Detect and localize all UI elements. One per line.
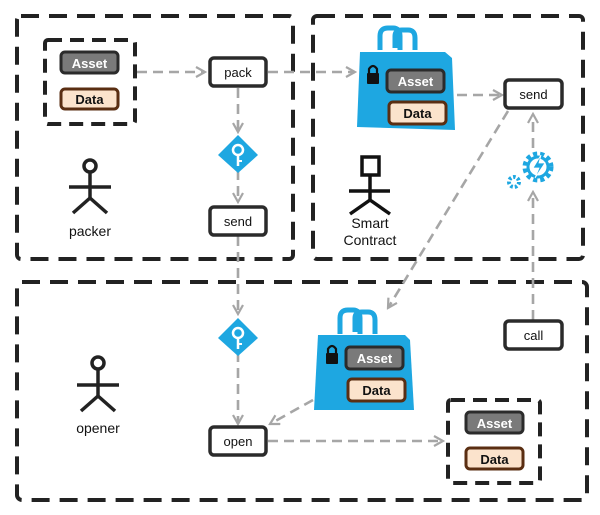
arrow-send-to-opener-bag bbox=[388, 110, 510, 308]
pack-label: pack bbox=[224, 65, 252, 80]
data-item: Data bbox=[387, 100, 448, 126]
data-label: Data bbox=[75, 92, 104, 107]
data-item: Data bbox=[346, 377, 407, 403]
key-icon bbox=[218, 318, 258, 356]
opener-label: opener bbox=[76, 420, 120, 436]
send-label: send bbox=[519, 87, 547, 102]
send-node-packer[interactable]: send bbox=[208, 205, 268, 237]
data-item: Data bbox=[59, 87, 120, 111]
data-label: Data bbox=[480, 452, 509, 467]
key-icon bbox=[218, 135, 258, 173]
asset-label: Asset bbox=[477, 416, 513, 431]
pack-node[interactable]: pack bbox=[208, 56, 268, 88]
gear-icon bbox=[507, 151, 554, 189]
asset-label: Asset bbox=[398, 74, 434, 89]
call-node[interactable]: call bbox=[503, 319, 564, 351]
arrow-bag-to-open bbox=[270, 398, 314, 426]
flow-diagram: Asset Data pack send send call open pack… bbox=[15, 14, 589, 502]
asset-label: Asset bbox=[72, 56, 108, 71]
data-label: Data bbox=[362, 383, 391, 398]
opener-actor-icon bbox=[77, 355, 119, 413]
open-node[interactable]: open bbox=[208, 425, 268, 457]
asset-item: Asset bbox=[464, 410, 525, 435]
asset-item: Asset bbox=[385, 68, 446, 94]
packer-actor-icon bbox=[69, 158, 111, 215]
data-label: Data bbox=[403, 106, 432, 121]
lock-icon bbox=[326, 353, 338, 364]
send-node-contract[interactable]: send bbox=[503, 78, 564, 110]
send-label: send bbox=[224, 214, 252, 229]
open-label: open bbox=[224, 434, 253, 449]
data-item: Data bbox=[464, 446, 525, 471]
lock-icon bbox=[367, 73, 379, 84]
smart-contract-label-line2: Contract bbox=[344, 232, 397, 248]
asset-label: Asset bbox=[357, 351, 393, 366]
call-label: call bbox=[524, 328, 544, 343]
packer-label: packer bbox=[69, 223, 111, 239]
smart-contract-actor-icon bbox=[348, 155, 392, 216]
smart-contract-label-line1: Smart bbox=[351, 215, 388, 231]
asset-item: Asset bbox=[344, 345, 405, 371]
asset-item: Asset bbox=[59, 50, 120, 75]
